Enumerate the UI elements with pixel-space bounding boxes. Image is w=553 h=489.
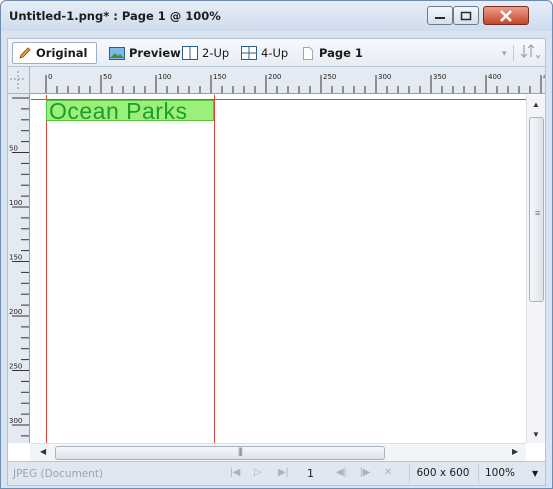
left-guide[interactable] xyxy=(46,95,47,443)
tab-4up[interactable]: 4-Up xyxy=(241,42,288,64)
tab-preview[interactable]: Preview xyxy=(109,42,181,64)
ruler-v-label: 150 xyxy=(9,254,22,262)
horizontal-scrollbar[interactable]: ◀ ||| ▶ xyxy=(30,443,526,461)
scroll-down-arrow-icon[interactable]: ▼ xyxy=(532,430,540,439)
next-frame-icon[interactable]: |▶ xyxy=(360,467,370,478)
ruler-h-label: 50 xyxy=(103,73,112,81)
frame-number: 1 xyxy=(307,467,314,480)
ruler-h-label: 400 xyxy=(488,73,501,81)
ruler-v-label: 300 xyxy=(9,417,22,425)
zoom-dropdown[interactable]: 100% ▼ xyxy=(478,464,544,483)
scroll-left-arrow-icon[interactable]: ◀ xyxy=(40,447,46,456)
ruler-v-label: 250 xyxy=(9,363,22,371)
four-up-icon xyxy=(241,46,257,60)
close-icon xyxy=(500,9,512,22)
horizontal-ruler[interactable]: 0 50 100 150 200 250 300 350 400 450 xyxy=(30,67,545,94)
ruler-h-label: 100 xyxy=(158,73,171,81)
sort-export-icon xyxy=(520,44,541,59)
ruler-h-label: 250 xyxy=(323,73,336,81)
minimize-button[interactable] xyxy=(427,6,453,25)
tab-preview-label: Preview xyxy=(129,46,181,60)
vertical-guide[interactable] xyxy=(214,95,215,443)
title-bar[interactable]: Untitled-1.png* : Page 1 @ 100% xyxy=(1,1,552,31)
vertical-scrollbar[interactable]: ▲ ≡ ▼ xyxy=(526,95,545,443)
vertical-ruler-ticks: 50 100 150 200 250 300 xyxy=(9,97,29,437)
pencil-icon xyxy=(19,47,31,59)
play-icon[interactable]: ▷ xyxy=(254,467,262,478)
ruler-origin-icon xyxy=(10,71,26,91)
tab-original-label: Original xyxy=(36,46,88,60)
tab-page[interactable]: Page 1 xyxy=(303,42,363,64)
ruler-v-label: 50 xyxy=(9,145,18,153)
page-dropdown-arrow-icon[interactable]: ▾ xyxy=(502,48,507,59)
scroll-right-arrow-icon[interactable]: ▶ xyxy=(512,447,518,456)
zoom-level: 100% xyxy=(485,467,516,479)
ruler-h-label: 150 xyxy=(213,73,226,81)
vertical-ruler[interactable]: 50 100 150 200 250 300 xyxy=(8,94,30,443)
ruler-v-label: 200 xyxy=(9,308,22,316)
ruler-h-label: 0 xyxy=(48,73,52,81)
file-format[interactable]: JPEG (Document) xyxy=(13,468,103,480)
slice-text: Ocean Parks xyxy=(49,98,188,124)
ruler-h-label: 200 xyxy=(268,73,281,81)
minimize-icon xyxy=(435,16,445,19)
tab-original[interactable]: Original xyxy=(12,42,97,64)
page-icon xyxy=(303,46,313,60)
horizontal-scroll-thumb[interactable]: ||| xyxy=(55,446,385,460)
export-options-button[interactable] xyxy=(520,43,542,64)
text-slice[interactable]: Ocean Parks xyxy=(46,98,214,124)
toolbar-separator xyxy=(513,45,514,61)
document-area: 0 50 100 150 200 250 300 350 400 450 50 100 150 200 2… xyxy=(7,66,546,462)
ruler-v-label: 100 xyxy=(9,199,22,207)
grip-icon: ≡ xyxy=(535,208,541,218)
stop-icon[interactable]: ✕ xyxy=(384,467,392,478)
horizontal-ruler-ticks: 0 50 100 150 200 250 300 350 400 450 xyxy=(45,73,545,93)
ruler-h-label: 450 xyxy=(543,73,545,81)
first-frame-icon[interactable]: |◀ xyxy=(230,467,240,478)
image-preview-icon xyxy=(109,46,125,60)
last-frame-icon[interactable]: ▶| xyxy=(278,467,288,478)
tab-page-label: Page 1 xyxy=(319,46,363,60)
ruler-h-label: 300 xyxy=(378,73,391,81)
close-button[interactable] xyxy=(483,6,529,25)
window-title: Untitled-1.png* : Page 1 @ 100% xyxy=(9,9,221,23)
maximize-button[interactable] xyxy=(453,6,479,25)
zoom-dropdown-arrow-icon: ▼ xyxy=(532,469,539,478)
previous-frame-icon[interactable]: ◀| xyxy=(336,467,346,478)
vertical-scroll-thumb[interactable]: ≡ xyxy=(529,117,544,302)
tab-2up-label: 2-Up xyxy=(202,46,230,60)
tab-4up-label: 4-Up xyxy=(261,46,289,60)
image-canvas[interactable]: Ocean Parks xyxy=(31,95,526,443)
tab-2up[interactable]: 2-Up xyxy=(182,42,229,64)
ruler-corner[interactable] xyxy=(8,67,30,94)
document-window: Untitled-1.png* : Page 1 @ 100% Original… xyxy=(0,0,553,489)
status-bar: JPEG (Document) |◀ ▷ ▶| 1 ◀| |▶ ✕ 600 x … xyxy=(7,462,546,486)
two-up-icon xyxy=(182,46,198,60)
maximize-icon xyxy=(460,11,472,20)
image-size[interactable]: 600 x 600 xyxy=(409,464,476,483)
scroll-up-arrow-icon[interactable]: ▲ xyxy=(532,100,540,109)
grip-icon: ||| xyxy=(238,446,243,456)
view-toolbar: Original Preview 2-Up 4-Up Page 1 ▾ xyxy=(7,38,546,66)
ruler-h-label: 350 xyxy=(433,73,446,81)
